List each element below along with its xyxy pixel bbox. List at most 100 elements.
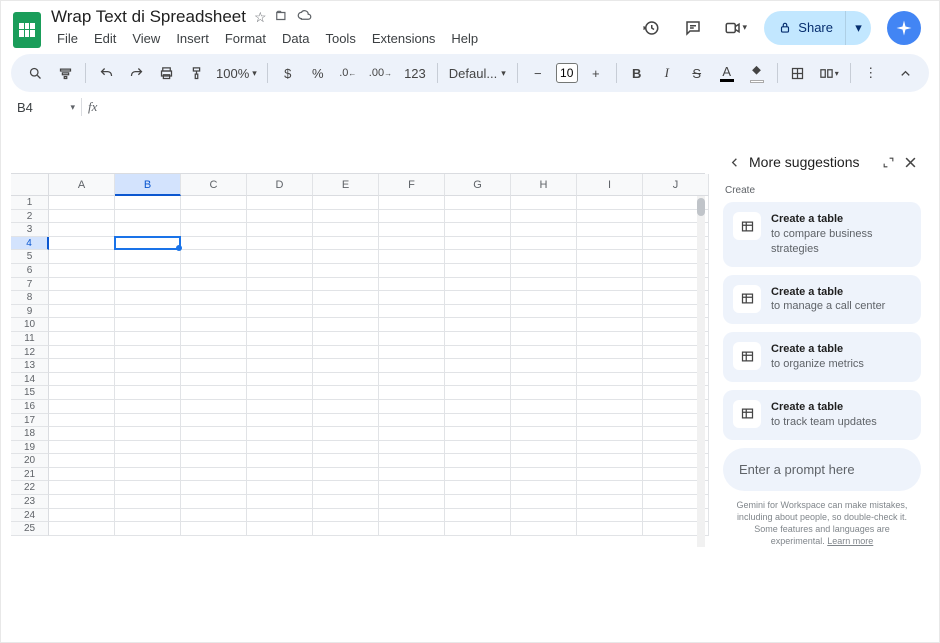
cell[interactable] <box>313 332 379 346</box>
paint-format-icon[interactable] <box>184 60 208 86</box>
cell[interactable] <box>379 468 445 482</box>
row-header[interactable]: 6 <box>11 264 49 278</box>
cell[interactable] <box>445 305 511 319</box>
cell[interactable] <box>181 264 247 278</box>
collapse-toolbar-icon[interactable] <box>893 60 917 86</box>
cell[interactable] <box>379 441 445 455</box>
menu-edit[interactable]: Edit <box>88 29 122 48</box>
strikethrough-icon[interactable]: S <box>685 60 709 86</box>
cell[interactable] <box>313 468 379 482</box>
cell[interactable] <box>181 196 247 210</box>
expand-icon[interactable] <box>877 151 899 173</box>
cell[interactable] <box>247 427 313 441</box>
cell[interactable] <box>445 441 511 455</box>
cell[interactable] <box>511 509 577 523</box>
cell[interactable] <box>115 223 181 237</box>
cell[interactable] <box>511 305 577 319</box>
cell[interactable] <box>379 522 445 536</box>
cell[interactable] <box>181 346 247 360</box>
borders-icon[interactable] <box>786 60 810 86</box>
font-size-input[interactable] <box>556 63 578 83</box>
row-header[interactable]: 8 <box>11 291 49 305</box>
cell[interactable] <box>313 495 379 509</box>
cell[interactable] <box>181 414 247 428</box>
cell[interactable] <box>445 400 511 414</box>
cell[interactable] <box>313 291 379 305</box>
redo-icon[interactable] <box>124 60 148 86</box>
formula-bar[interactable] <box>103 96 929 118</box>
print-icon[interactable] <box>154 60 178 86</box>
percent-icon[interactable]: % <box>306 60 330 86</box>
cell[interactable] <box>445 454 511 468</box>
cell[interactable] <box>445 332 511 346</box>
suggestion-card[interactable]: Create a tableto track team updates <box>723 390 921 440</box>
cell[interactable] <box>313 278 379 292</box>
cell[interactable] <box>577 278 643 292</box>
cell[interactable] <box>379 495 445 509</box>
cell[interactable] <box>181 386 247 400</box>
column-header[interactable]: B <box>115 174 181 196</box>
cell[interactable] <box>511 468 577 482</box>
cell[interactable] <box>247 291 313 305</box>
cell[interactable] <box>445 414 511 428</box>
name-box[interactable]: B4 ▾ <box>11 96 81 118</box>
cell[interactable] <box>181 250 247 264</box>
cell[interactable] <box>181 468 247 482</box>
increase-decimal-icon[interactable]: .00→ <box>366 60 395 86</box>
cell[interactable] <box>577 318 643 332</box>
cell[interactable] <box>181 400 247 414</box>
decrease-decimal-icon[interactable]: .0← <box>336 60 360 86</box>
merge-icon[interactable]: ▾ <box>816 60 842 86</box>
cell[interactable] <box>115 264 181 278</box>
row-header[interactable]: 13 <box>11 359 49 373</box>
cell[interactable] <box>49 305 115 319</box>
close-icon[interactable] <box>899 151 921 173</box>
cell[interactable] <box>181 291 247 305</box>
cell[interactable] <box>181 441 247 455</box>
cell[interactable] <box>379 509 445 523</box>
suggestion-card[interactable]: Create a tableto compare business strate… <box>723 202 921 267</box>
cell[interactable] <box>577 237 643 251</box>
cell[interactable] <box>379 481 445 495</box>
cell[interactable] <box>49 414 115 428</box>
row-header[interactable]: 15 <box>11 386 49 400</box>
share-button[interactable]: Share ▾ <box>764 11 871 45</box>
cell[interactable] <box>115 196 181 210</box>
row-header[interactable]: 19 <box>11 441 49 455</box>
increase-font-icon[interactable]: + <box>584 60 608 86</box>
cell[interactable] <box>313 400 379 414</box>
cell[interactable] <box>379 278 445 292</box>
cell[interactable] <box>313 318 379 332</box>
cell[interactable] <box>181 223 247 237</box>
cell[interactable] <box>511 414 577 428</box>
cell[interactable] <box>379 223 445 237</box>
cell[interactable] <box>181 495 247 509</box>
zoom-select[interactable]: 100% ▾ <box>214 60 259 86</box>
column-header[interactable]: E <box>313 174 379 196</box>
cell[interactable] <box>577 414 643 428</box>
cell[interactable] <box>511 250 577 264</box>
cell[interactable] <box>445 509 511 523</box>
suggestion-card[interactable]: Create a tableto organize metrics <box>723 332 921 382</box>
cell[interactable] <box>511 427 577 441</box>
text-color-icon[interactable]: A <box>715 60 739 86</box>
cell[interactable] <box>511 332 577 346</box>
cell[interactable] <box>379 305 445 319</box>
cell[interactable] <box>577 196 643 210</box>
cell[interactable] <box>511 495 577 509</box>
cell[interactable] <box>379 400 445 414</box>
sheets-logo[interactable] <box>13 12 41 48</box>
cell[interactable] <box>247 468 313 482</box>
cell[interactable] <box>577 509 643 523</box>
spreadsheet-grid[interactable]: ABCDEFGHIJ 12345678910111213141516171819… <box>11 173 705 547</box>
cell[interactable] <box>181 509 247 523</box>
cell[interactable] <box>313 250 379 264</box>
cell[interactable] <box>247 509 313 523</box>
menu-format[interactable]: Format <box>219 29 272 48</box>
cell[interactable] <box>247 373 313 387</box>
cell[interactable] <box>115 291 181 305</box>
filter-icon[interactable] <box>53 60 77 86</box>
cell[interactable] <box>247 522 313 536</box>
cell[interactable] <box>49 522 115 536</box>
cell[interactable] <box>49 386 115 400</box>
